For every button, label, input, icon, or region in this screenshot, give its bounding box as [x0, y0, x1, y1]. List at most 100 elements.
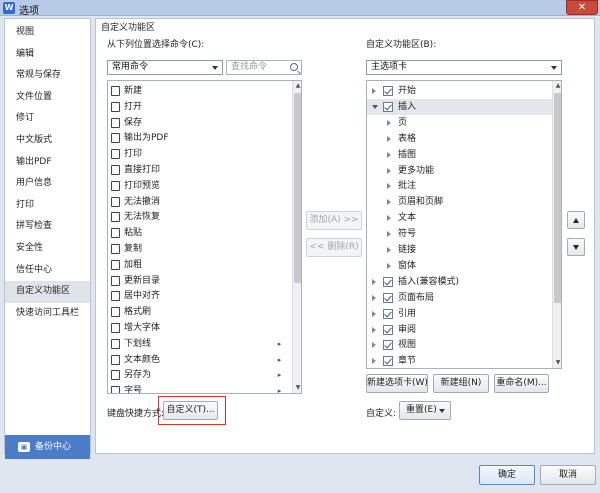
ribbon-group-node[interactable]: 页眉和页脚 — [367, 194, 557, 210]
collapsed-arrow-icon[interactable] — [372, 294, 376, 301]
collapsed-arrow-icon[interactable] — [387, 262, 391, 269]
command-list-item[interactable]: 文本颜色 ▸ — [108, 352, 288, 368]
collapsed-arrow-icon[interactable] — [372, 278, 376, 285]
command-list-item[interactable]: 无法恢复 — [108, 209, 288, 225]
ribbon-tab-node[interactable]: 引用 — [367, 306, 557, 322]
sidebar-item[interactable]: 文件位置 — [5, 87, 90, 109]
ribbon-group-node[interactable]: 窗体 — [367, 258, 557, 274]
command-list-item[interactable]: 下划线 ▸ — [108, 336, 288, 352]
command-list-item[interactable]: 保存 — [108, 115, 288, 131]
command-list-item[interactable]: 新建 — [108, 83, 288, 99]
ribbon-tab-node[interactable]: 插入(兼容模式) — [367, 274, 557, 290]
ribbon-group-node[interactable]: 插图 — [367, 147, 557, 163]
command-list-item[interactable]: 格式刷 — [108, 304, 288, 320]
ribbon-tab-node[interactable]: 视图 — [367, 337, 557, 353]
sidebar-item[interactable]: 视图 — [5, 22, 90, 44]
ribbon-group-node[interactable]: 链接 — [367, 242, 557, 258]
command-list-item[interactable]: 直接打印 — [108, 162, 288, 178]
close-button[interactable]: ✕ — [566, 0, 598, 15]
command-list-item[interactable]: 粘贴 — [108, 225, 288, 241]
command-list-item[interactable]: 打开 — [108, 99, 288, 115]
checkbox-checked[interactable] — [383, 356, 393, 367]
ribbon-group-node[interactable]: 批注 — [367, 178, 557, 194]
scroll-down-icon[interactable]: ▼ — [293, 383, 301, 393]
scroll-thumb[interactable] — [294, 93, 301, 283]
sidebar-item[interactable]: 编辑 — [5, 44, 90, 66]
scroll-up-icon[interactable]: ▲ — [553, 81, 561, 91]
sidebar-item[interactable]: 中文版式 — [5, 130, 90, 152]
command-list[interactable]: 自动换行翻译字号▸另存为▸文本颜色▸下划线▸增大字体格式刷居中对齐更新目录加粗复… — [107, 80, 302, 394]
sidebar-item[interactable]: 用户信息 — [5, 173, 90, 195]
collapsed-arrow-icon[interactable] — [387, 135, 391, 142]
collapsed-arrow-icon[interactable] — [387, 231, 391, 238]
collapsed-arrow-icon[interactable] — [387, 167, 391, 174]
checkbox-checked[interactable] — [383, 292, 393, 303]
collapsed-arrow-icon[interactable] — [372, 342, 376, 349]
collapsed-arrow-icon[interactable] — [372, 88, 376, 94]
ribbon-tab-node[interactable]: 页面布局 — [367, 290, 557, 306]
move-down-button[interactable] — [567, 238, 585, 256]
checkbox-checked[interactable] — [383, 340, 393, 351]
cancel-button[interactable]: 取消 — [540, 465, 596, 485]
add-button[interactable]: 添加(A) >> — [306, 211, 362, 230]
rename-button[interactable]: 重命名(M)... — [494, 374, 549, 393]
checkbox-checked[interactable] — [383, 101, 393, 112]
collapsed-arrow-icon[interactable] — [372, 358, 376, 365]
ribbon-group-node[interactable]: 页 — [367, 115, 557, 131]
ribbon-group-node[interactable]: 表格 — [367, 131, 557, 147]
command-list-item[interactable]: 更新目录 — [108, 273, 288, 289]
checkbox-checked[interactable] — [383, 324, 393, 335]
sidebar-item[interactable]: 修订 — [5, 108, 90, 130]
checkbox-checked[interactable] — [383, 276, 393, 287]
command-list-item[interactable]: 增大字体 — [108, 320, 288, 336]
collapsed-arrow-icon[interactable] — [387, 119, 391, 126]
scroll-thumb[interactable] — [554, 93, 561, 303]
checkbox-checked[interactable] — [383, 86, 393, 96]
sidebar-item[interactable]: 拼写检查 — [5, 216, 90, 238]
command-list-item[interactable]: 输出为PDF — [108, 130, 288, 146]
collapsed-arrow-icon[interactable] — [387, 183, 391, 190]
checkbox-checked[interactable] — [383, 308, 393, 319]
move-up-button[interactable] — [567, 211, 585, 229]
scroll-down-icon[interactable]: ▼ — [553, 358, 561, 368]
ribbon-group-node[interactable]: 文本 — [367, 210, 557, 226]
sidebar-item[interactable]: 信任中心 — [5, 260, 90, 282]
reset-dropdown-button[interactable]: 重置(E) — [399, 401, 451, 420]
new-tab-button[interactable]: 新建选项卡(W) — [366, 374, 428, 393]
ribbon-group-node[interactable]: 符号 — [367, 226, 557, 242]
command-list-item[interactable]: 打印预览 — [108, 178, 288, 194]
ribbon-group-node[interactable]: 更多功能 — [367, 163, 557, 179]
collapsed-arrow-icon[interactable] — [387, 199, 391, 206]
ribbon-tab-node[interactable]: 审阅 — [367, 322, 557, 338]
sidebar-item[interactable]: 常规与保存 — [5, 65, 90, 87]
command-list-item[interactable]: 字号 ▸ — [108, 383, 288, 393]
command-list-item[interactable]: 复制 — [108, 241, 288, 257]
collapsed-arrow-icon[interactable] — [372, 326, 376, 333]
collapsed-arrow-icon[interactable] — [387, 215, 391, 222]
collapsed-arrow-icon[interactable] — [372, 310, 376, 317]
sidebar-item[interactable]: 自定义功能区 — [5, 281, 90, 303]
ribbon-tab-node[interactable]: 插入 — [367, 98, 557, 115]
command-list-item[interactable]: 另存为 ▸ — [108, 367, 288, 383]
command-list-item[interactable]: 打印 — [108, 146, 288, 162]
sidebar-item[interactable]: 快速访问工具栏 — [5, 303, 90, 325]
ribbon-tabs-combo[interactable]: 主选项卡 — [366, 60, 562, 75]
command-list-item[interactable]: 无法撤消 — [108, 194, 288, 210]
new-group-button[interactable]: 新建组(N) — [433, 374, 489, 393]
command-list-item[interactable]: 居中对齐 — [108, 288, 288, 304]
commands-source-combo[interactable]: 常用命令 — [107, 60, 223, 75]
scroll-up-icon[interactable]: ▲ — [293, 81, 301, 91]
sidebar-item[interactable]: 安全性 — [5, 238, 90, 260]
command-search-input[interactable]: 查找命令 — [226, 60, 302, 75]
ribbon-tab-node[interactable]: 开始 — [367, 83, 557, 99]
collapsed-arrow-icon[interactable] — [387, 247, 391, 253]
collapsed-arrow-icon[interactable] — [387, 151, 391, 158]
ok-button[interactable]: 确定 — [479, 465, 535, 485]
remove-button[interactable]: << 删除(R) — [306, 238, 362, 257]
command-list-item[interactable]: 加粗 — [108, 257, 288, 273]
ribbon-tree-scrollbar[interactable]: ▲ ▼ — [552, 81, 561, 368]
ribbon-tab-node[interactable]: 章节 — [367, 353, 557, 368]
command-list-scrollbar[interactable]: ▲ ▼ — [292, 81, 301, 393]
sidebar-item[interactable]: 输出PDF — [5, 152, 90, 174]
backup-center-button[interactable]: ▣ 备份中心 — [5, 435, 90, 459]
